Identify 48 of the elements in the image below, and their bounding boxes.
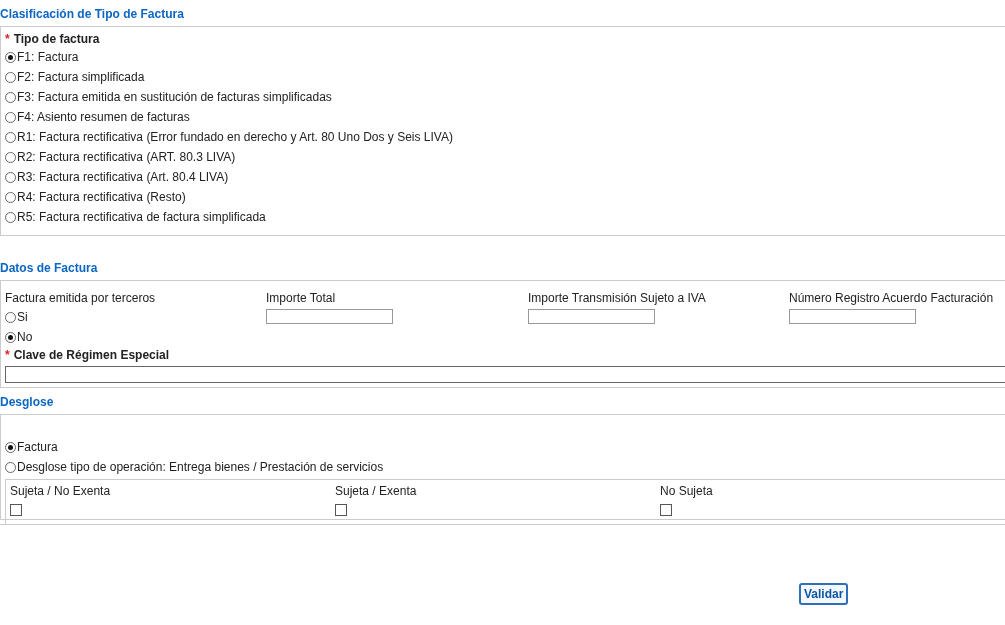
radio-label[interactable]: R5: Factura rectificativa de factura simplificada [17,210,266,224]
radio-label[interactable]: No [17,330,33,344]
radio-button[interactable] [5,331,16,343]
radio-button[interactable] [5,171,16,183]
field-label: Clave de Régimen Especial [13,348,170,362]
checkbox[interactable] [335,504,347,516]
input-field[interactable] [789,309,916,324]
radio-button[interactable] [5,111,16,123]
radio-button[interactable] [5,461,16,473]
section-title: Desglose [0,394,54,410]
section-title: Clasificación de Tipo de Factura [0,6,184,22]
checkbox[interactable] [660,504,672,516]
required-mark: * [5,348,10,362]
field-label: Importe Total [266,290,337,307]
radio-label[interactable]: F4: Asiento resumen de facturas [17,110,190,124]
radio-button[interactable] [5,71,16,83]
radio-button[interactable] [5,151,16,163]
field-label: Número Registro Acuerdo Facturación [789,290,995,307]
radio-label[interactable]: F2: Factura simplificada [17,70,145,84]
radio-button[interactable] [5,441,16,453]
radio-label[interactable]: Si [17,310,28,324]
input-field[interactable] [266,309,393,324]
radio-label[interactable]: F3: Factura emitida en sustitución de facturas simplificadas [17,90,332,104]
radio-button[interactable] [5,91,16,103]
radio-label[interactable]: Desglose tipo de operación: Entrega bienes / Prestación de servicios [17,460,384,474]
checkbox-label: No Sujeta [660,483,714,500]
field-label: Importe Transmisión Sujeto a IVA [528,290,707,307]
checkbox-label: Sujeta / No Exenta [10,483,112,500]
radio-label[interactable]: R2: Factura rectificativa (ART. 80.3 LIVA) [17,150,236,164]
validate-button[interactable]: Validar [799,583,849,605]
field-label: Factura emitida por terceros [5,290,157,307]
radio-label[interactable]: R4: Factura rectificativa (Resto) [17,190,186,204]
radio-label[interactable]: R3: Factura rectificativa (Art. 80.4 LIVA) [17,170,229,184]
radio-button[interactable] [5,211,16,223]
section-title: Datos de Factura [0,260,98,276]
checkbox[interactable] [10,504,22,516]
field-label: Tipo de factura [13,32,100,46]
radio-button[interactable] [5,131,16,143]
radio-button[interactable] [5,191,16,203]
radio-label[interactable]: R1: Factura rectificativa (Error fundado en derecho y Art. 80 Uno Dos y Seis LIVA) [17,130,453,144]
required-mark: * [5,32,10,46]
radio-button[interactable] [5,51,16,63]
select-field[interactable] [5,366,1005,383]
input-field[interactable] [528,309,655,324]
checkbox-label: Sujeta / Exenta [335,483,418,500]
radio-button[interactable] [5,311,16,323]
radio-label[interactable]: F1: Factura [17,50,79,64]
radio-label[interactable]: Factura [17,440,58,454]
